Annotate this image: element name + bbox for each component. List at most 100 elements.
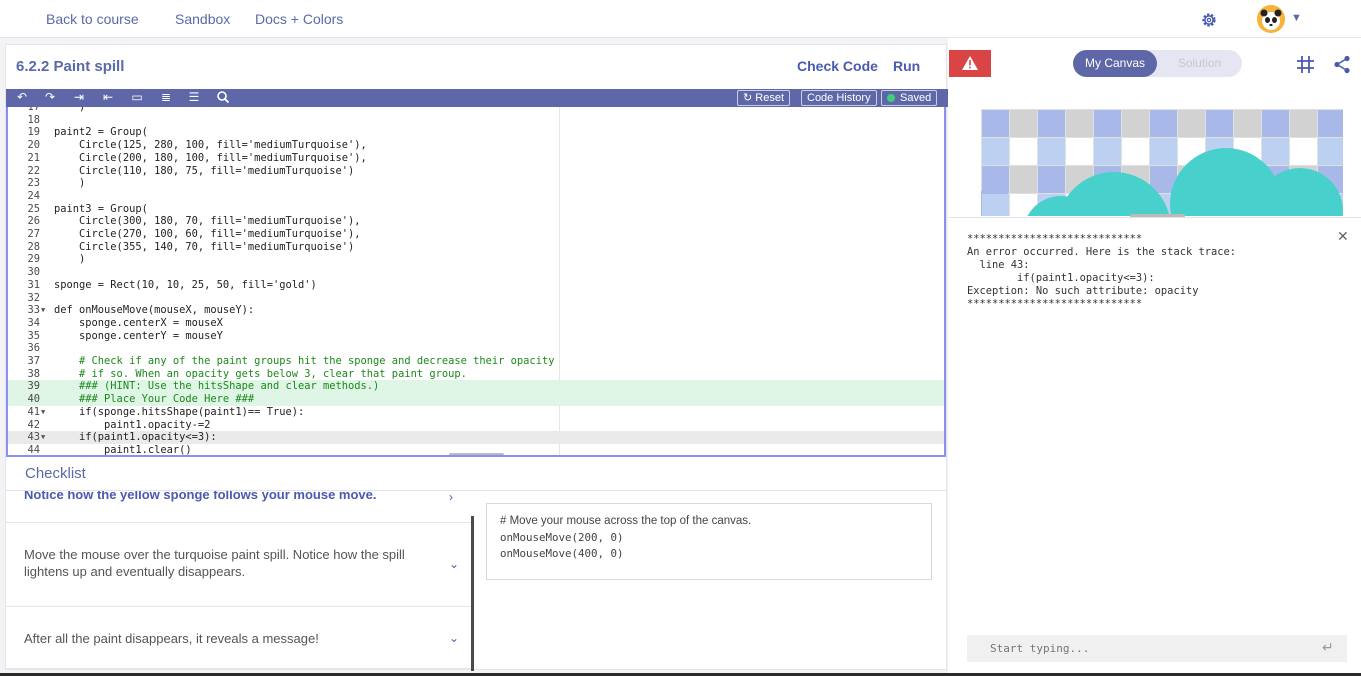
- outdent-icon[interactable]: ⇤: [101, 90, 115, 104]
- grid-icon[interactable]: [1296, 55, 1315, 74]
- code-line[interactable]: 28 Circle(355, 140, 70, fill='mediumTurq…: [8, 241, 944, 254]
- comment-icon[interactable]: ▭: [130, 90, 144, 104]
- code-line[interactable]: 39 ### (HINT: Use the hitsShape and clea…: [8, 380, 944, 393]
- warning-icon: [962, 56, 978, 70]
- code-line[interactable]: 43 ▼ if(paint1.opacity<=3):: [8, 431, 944, 444]
- code-line[interactable]: 29 ): [8, 253, 944, 266]
- search-icon[interactable]: [216, 90, 230, 104]
- indent-icon[interactable]: ⇥: [72, 90, 86, 104]
- console-panel: ✕ **************************** An error …: [948, 217, 1361, 676]
- reset-icon: ↻: [743, 92, 756, 104]
- code-text: # if so. When an opacity gets below 3, c…: [54, 367, 467, 380]
- check-code-button[interactable]: Check Code: [797, 58, 878, 74]
- line-number: 38: [27, 367, 40, 380]
- checklist-items: Notice how the yellow sponge follows you…: [6, 491, 473, 669]
- line-number: 30: [27, 266, 40, 279]
- line-number: 18: [27, 113, 40, 126]
- chevron-down-icon[interactable]: ⌄: [449, 557, 459, 571]
- code-line[interactable]: 30: [8, 266, 944, 279]
- code-line[interactable]: 20 Circle(125, 280, 100, fill='mediumTur…: [8, 139, 944, 152]
- back-to-course-link[interactable]: Back to course: [46, 11, 139, 27]
- wrap-icon[interactable]: ☰: [187, 90, 201, 104]
- line-number: 27: [27, 228, 40, 240]
- code-line[interactable]: 32: [8, 292, 944, 305]
- gear-icon[interactable]: [1200, 11, 1218, 29]
- canvas-preview[interactable]: [981, 109, 1343, 216]
- code-line[interactable]: 36: [8, 342, 944, 355]
- editor-scrollbar[interactable]: [449, 453, 504, 455]
- console-output: **************************** An error oc…: [967, 233, 1236, 310]
- checklist-item[interactable]: After all the paint disappears, it revea…: [6, 607, 473, 669]
- checklist-title: Checklist: [25, 465, 86, 482]
- docs-colors-link[interactable]: Docs + Colors: [255, 11, 343, 27]
- checklist-item[interactable]: Notice how the yellow sponge follows you…: [6, 491, 473, 523]
- close-icon[interactable]: ✕: [1337, 228, 1349, 245]
- code-editor[interactable]: 17 ) 18 19 paint2 = Group(20 Circle(125, 28…: [6, 107, 946, 457]
- redo-icon[interactable]: ↷: [43, 90, 57, 104]
- line-number: 29: [27, 253, 40, 266]
- code-line[interactable]: 40 ### Place Your Code Here ###: [8, 393, 944, 406]
- code-text: if(paint1.opacity<=3):: [54, 431, 217, 444]
- code-line[interactable]: 34 sponge.centerX = mouseX: [8, 317, 944, 330]
- line-number: 37: [27, 355, 40, 367]
- code-line[interactable]: 23 ): [8, 177, 944, 190]
- line-number: 35: [27, 329, 40, 342]
- tab-solution[interactable]: Solution: [1157, 50, 1242, 77]
- checklist-header: Checklist: [6, 459, 946, 491]
- fold-arrow-icon[interactable]: ▼: [41, 431, 45, 444]
- code-line[interactable]: 17 ): [8, 107, 944, 114]
- code-text: ): [54, 107, 86, 113]
- line-number: 44: [27, 443, 40, 456]
- code-text: paint1.opacity-=2: [54, 418, 211, 431]
- fold-arrow-icon[interactable]: ▼: [41, 304, 45, 317]
- reset-button[interactable]: ↻ Reset: [737, 90, 791, 106]
- code-text: paint3 = Group(: [54, 202, 148, 215]
- code-line[interactable]: 42 paint1.opacity-=2: [8, 419, 944, 432]
- code-line[interactable]: 21 Circle(200, 180, 100, fill='mediumTur…: [8, 152, 944, 165]
- chevron-right-icon[interactable]: ›: [449, 491, 453, 504]
- code-text: # Check if any of the paint groups hit t…: [54, 355, 555, 367]
- page-title: 6.2.2 Paint spill: [16, 58, 125, 75]
- enter-icon[interactable]: ↵: [1322, 639, 1334, 656]
- error-toggle-button[interactable]: [949, 50, 991, 77]
- code-line[interactable]: 37 # Check if any of the paint groups hi…: [8, 355, 944, 368]
- code-line[interactable]: 41 ▼ if(sponge.hitsShape(paint1)== True):: [8, 406, 944, 419]
- code-text: paint1.clear(): [54, 443, 192, 456]
- code-line[interactable]: 33 ▼ def onMouseMove(mouseX, mouseY):: [8, 304, 944, 317]
- exercise-header: 6.2.2 Paint spill Check Code Run: [6, 45, 946, 89]
- code-line[interactable]: 18: [8, 114, 944, 127]
- editor-toolbar: ↶ ↷ ⇥ ⇤ ▭ ≣ ☰ ↻ Reset Code History Saved: [6, 89, 948, 107]
- console-input[interactable]: [967, 635, 1347, 662]
- line-number: 23: [27, 177, 40, 190]
- account-dropdown-chevron-icon[interactable]: ▼: [1291, 12, 1302, 24]
- code-line[interactable]: 19 paint2 = Group(: [8, 126, 944, 139]
- fold-arrow-icon[interactable]: ▼: [41, 406, 45, 419]
- code-line[interactable]: 22 Circle(110, 180, 75, fill='mediumTurq…: [8, 165, 944, 178]
- code-line[interactable]: 38 # if so. When an opacity gets below 3…: [8, 368, 944, 381]
- code-text: sponge = Rect(10, 10, 25, 50, fill='gold…: [54, 278, 317, 291]
- code-text: Circle(125, 280, 100, fill='mediumTurquo…: [54, 139, 367, 152]
- sandbox-link[interactable]: Sandbox: [175, 11, 230, 27]
- code-line[interactable]: 25 paint3 = Group(: [8, 203, 944, 216]
- line-number: 41: [27, 405, 40, 418]
- format-icon[interactable]: ≣: [159, 90, 173, 104]
- code-line[interactable]: 26 Circle(300, 180, 70, fill='mediumTurq…: [8, 215, 944, 228]
- undo-icon[interactable]: ↶: [15, 90, 29, 104]
- chevron-down-icon[interactable]: ⌄: [449, 631, 459, 645]
- code-line[interactable]: 35 sponge.centerY = mouseY: [8, 330, 944, 343]
- canvas-tabs: My Canvas Solution: [1073, 50, 1242, 77]
- run-button[interactable]: Run: [893, 58, 920, 74]
- share-icon[interactable]: [1333, 55, 1351, 74]
- checklist-item[interactable]: Move the mouse over the turquoise paint …: [6, 523, 473, 607]
- tab-my-canvas[interactable]: My Canvas: [1073, 50, 1157, 77]
- code-line[interactable]: 31 sponge = Rect(10, 10, 25, 50, fill='go…: [8, 279, 944, 292]
- line-number: 26: [27, 215, 40, 228]
- code-text: if(sponge.hitsShape(paint1)== True):: [54, 405, 305, 418]
- line-number: 24: [27, 189, 40, 202]
- code-line[interactable]: 24: [8, 190, 944, 203]
- code-history-button[interactable]: Code History: [801, 90, 877, 106]
- line-number: 43: [27, 431, 40, 444]
- code-line[interactable]: 27 Circle(270, 100, 60, fill='mediumTurq…: [8, 228, 944, 241]
- code-text: ### (HINT: Use the hitsShape and clear m…: [54, 380, 380, 393]
- avatar[interactable]: [1257, 5, 1285, 33]
